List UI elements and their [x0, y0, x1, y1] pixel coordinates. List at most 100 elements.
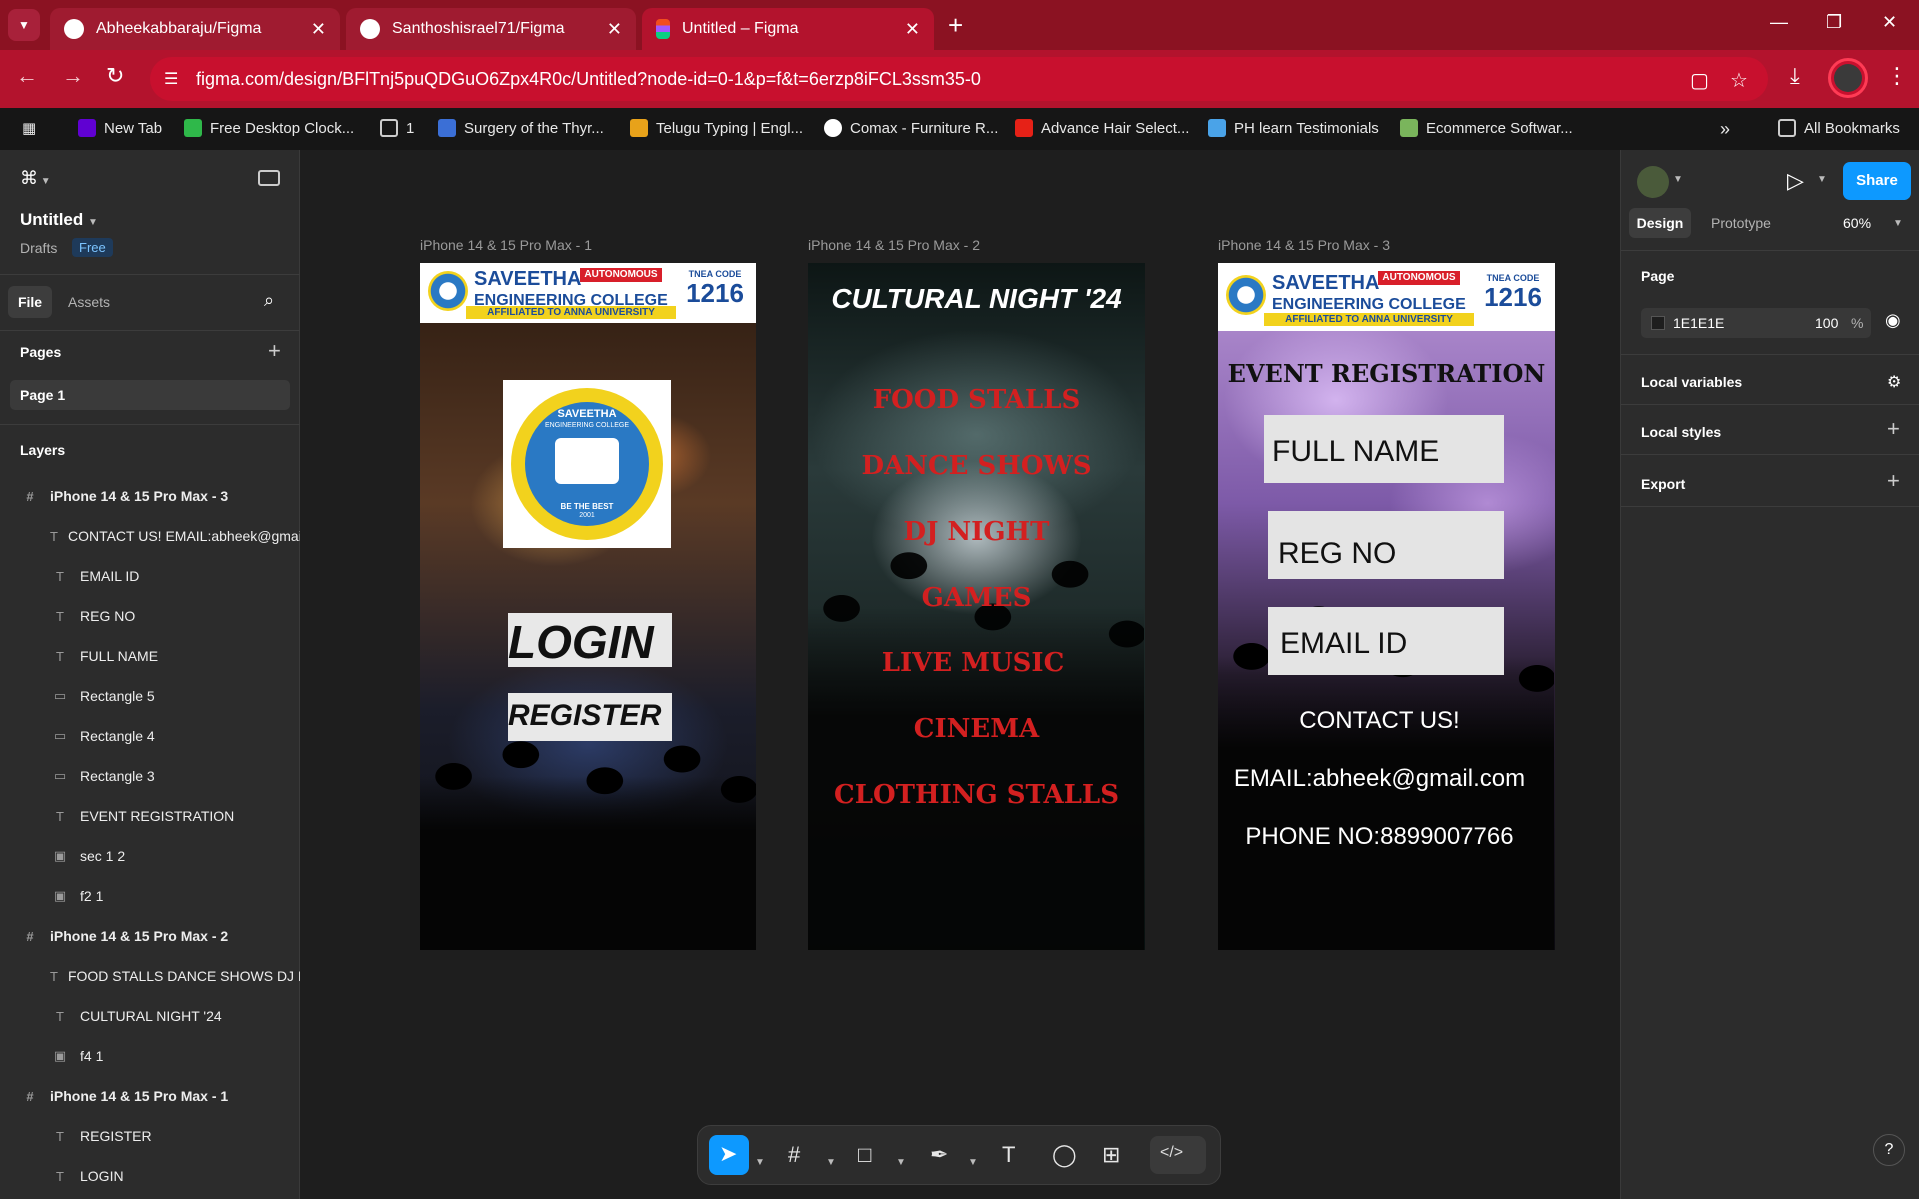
export-section[interactable]: Export — [1641, 476, 1685, 492]
layer-image[interactable]: ▣ f2 1 — [0, 876, 300, 916]
frame-login[interactable]: SAVEETHA ENGINEERING COLLEGE AUTONOMOUS A… — [420, 263, 756, 950]
bookmark-surgery[interactable]: Surgery of the Thyr... — [438, 119, 604, 137]
reg-no-field[interactable]: REG NO — [1268, 511, 1504, 579]
tab-figma-untitled[interactable]: Untitled – Figma ✕ — [642, 8, 934, 50]
bookmark-new-tab[interactable]: New Tab — [78, 119, 162, 137]
chevron-down-icon[interactable]: ▼ — [968, 1150, 978, 1176]
frame-tool-icon[interactable]: # — [788, 1142, 800, 1168]
toggle-sidebar-icon[interactable] — [258, 170, 280, 186]
layer-text[interactable]: T FOOD STALLS DANCE SHOWS DJ NIGHT — [0, 956, 300, 996]
bookmark-hair[interactable]: Advance Hair Select... — [1015, 119, 1189, 137]
actions-tool-icon[interactable]: ⊞ — [1102, 1142, 1120, 1168]
layer-frame-3[interactable]: # iPhone 14 & 15 Pro Max - 3 — [0, 476, 300, 516]
search-icon[interactable]: ⌕ — [264, 290, 274, 311]
restore-button[interactable]: ❐ — [1826, 12, 1842, 33]
comment-tool-icon[interactable]: ◯ — [1052, 1142, 1077, 1168]
chevron-down-icon[interactable]: ▼ — [1893, 218, 1903, 229]
bookmark-star-icon[interactable]: ☆ — [1730, 68, 1748, 93]
present-play-icon[interactable]: ▷ — [1787, 168, 1804, 194]
drafts-label[interactable]: Drafts — [20, 240, 57, 256]
add-style-icon[interactable]: + — [1887, 416, 1900, 442]
layer-text[interactable]: T LOGIN — [0, 1156, 300, 1196]
more-bookmarks-icon[interactable]: » — [1720, 119, 1730, 140]
tab-design[interactable]: Design — [1629, 208, 1691, 238]
pen-tool-icon[interactable]: ✒ — [930, 1142, 948, 1168]
chevron-down-icon[interactable]: ▼ — [1817, 174, 1827, 185]
close-icon[interactable]: ✕ — [905, 19, 920, 40]
window-close-button[interactable]: ✕ — [1882, 12, 1897, 33]
layer-rect[interactable]: ▭ Rectangle 5 — [0, 676, 300, 716]
more-menu-icon[interactable]: ⋮ — [1886, 65, 1908, 87]
tab-github-santhosh[interactable]: Santhoshisrael71/Figma ✕ — [346, 8, 636, 50]
layer-rect[interactable]: ▭ Rectangle 3 — [0, 756, 300, 796]
bookmark-ecommerce[interactable]: Ecommerce Softwar... — [1400, 119, 1573, 137]
tab-search-button[interactable]: ▼ — [8, 9, 40, 41]
zoom-level[interactable]: 60% — [1843, 208, 1871, 238]
close-icon[interactable]: ✕ — [311, 19, 326, 40]
local-styles[interactable]: Local styles — [1641, 424, 1721, 440]
email-id-field[interactable]: EMAIL ID — [1268, 607, 1504, 675]
move-tool[interactable]: ➤ — [709, 1135, 749, 1175]
reload-button[interactable]: ↻ — [106, 65, 124, 87]
variables-settings-icon[interactable]: ⚙ — [1887, 372, 1901, 392]
share-button[interactable]: Share — [1843, 162, 1911, 200]
dev-mode-toggle[interactable]: </> — [1150, 1136, 1206, 1174]
forward-button[interactable]: → — [62, 65, 84, 87]
new-tab-button[interactable]: + — [948, 12, 963, 38]
chevron-down-icon[interactable]: ▼ — [826, 1150, 836, 1176]
apps-grid-icon[interactable]: ▦ — [22, 119, 36, 137]
minimize-button[interactable]: — — [1770, 12, 1788, 33]
add-page-icon[interactable]: + — [268, 338, 281, 364]
layer-text[interactable]: T EMAIL ID — [0, 556, 300, 596]
layer-frame-2[interactable]: # iPhone 14 & 15 Pro Max - 2 — [0, 916, 300, 956]
chevron-down-icon[interactable]: ▼ — [896, 1150, 906, 1176]
layer-text[interactable]: T CONTACT US! EMAIL:abheek@gmail.com — [0, 516, 300, 556]
register-button[interactable]: REGISTER — [508, 693, 672, 741]
tab-assets[interactable]: Assets — [68, 286, 110, 318]
full-name-field[interactable]: FULL NAME — [1264, 415, 1504, 483]
tab-github-abheek[interactable]: Abheekabbaraju/Figma ✕ — [50, 8, 340, 50]
page-color-field[interactable]: 1E1E1E 100 % — [1641, 308, 1871, 338]
layer-rect[interactable]: ▭ Rectangle 4 — [0, 716, 300, 756]
layer-text[interactable]: T REG NO — [0, 596, 300, 636]
help-button[interactable]: ? — [1873, 1134, 1905, 1166]
eye-icon[interactable]: ◉ — [1885, 310, 1901, 331]
page-item-1[interactable]: Page 1 — [10, 380, 290, 410]
download-icon[interactable]: ⤓ — [1790, 65, 1800, 87]
tab-file[interactable]: File — [8, 286, 52, 318]
clipboard-icon[interactable]: ▢ — [1690, 68, 1709, 93]
user-avatar[interactable] — [1637, 166, 1669, 198]
bookmark-desktop-clock[interactable]: Free Desktop Clock... — [184, 119, 354, 137]
layer-text[interactable]: T FULL NAME — [0, 636, 300, 676]
layer-image[interactable]: ▣ f4 1 — [0, 1036, 300, 1076]
tab-prototype[interactable]: Prototype — [1711, 208, 1771, 238]
all-bookmarks[interactable]: All Bookmarks — [1778, 119, 1900, 137]
site-info-icon[interactable]: ☰ — [164, 69, 178, 89]
login-button[interactable]: LOGIN — [508, 613, 672, 668]
layer-text[interactable]: T EVENT REGISTRATION — [0, 796, 300, 836]
frame-event-registration[interactable]: SAVEETHA ENGINEERING COLLEGE AUTONOMOUS A… — [1218, 263, 1555, 950]
url-field[interactable]: ☰ figma.com/design/BFlTnj5puQDGuO6Zpx4R0… — [150, 57, 1768, 101]
frame-label-2[interactable]: iPhone 14 & 15 Pro Max - 2 — [808, 237, 980, 253]
close-icon[interactable]: ✕ — [607, 19, 622, 40]
chevron-down-icon[interactable]: ▼ — [1673, 174, 1683, 185]
back-button[interactable]: ← — [16, 65, 38, 87]
frame-label-1[interactable]: iPhone 14 & 15 Pro Max - 1 — [420, 237, 592, 253]
frame-cultural-night[interactable]: CULTURAL NIGHT '24 FOOD STALLS DANCE SHO… — [808, 263, 1145, 950]
layer-image[interactable]: ▣ sec 1 2 — [0, 836, 300, 876]
bookmark-telugu[interactable]: Telugu Typing | Engl... — [630, 119, 803, 137]
frame-label-3[interactable]: iPhone 14 & 15 Pro Max - 3 — [1218, 237, 1390, 253]
layer-text[interactable]: T CULTURAL NIGHT '24 — [0, 996, 300, 1036]
bookmark-phlearn[interactable]: PH learn Testimonials — [1208, 119, 1379, 137]
file-name[interactable]: Untitled ▼ — [20, 210, 98, 230]
bookmark-folder-1[interactable]: 1 — [380, 119, 414, 137]
figma-menu-icon[interactable]: ⌘ ▼ — [20, 168, 51, 189]
bookmark-comax[interactable]: Comax - Furniture R... — [824, 119, 998, 137]
local-variables[interactable]: Local variables — [1641, 374, 1742, 390]
text-tool-icon[interactable]: T — [1002, 1142, 1015, 1168]
page-opacity[interactable]: 100 — [1815, 315, 1838, 331]
add-export-icon[interactable]: + — [1887, 468, 1900, 494]
profile-avatar[interactable] — [1828, 58, 1868, 98]
layer-frame-1[interactable]: # iPhone 14 & 15 Pro Max - 1 — [0, 1076, 300, 1116]
color-swatch[interactable] — [1651, 316, 1665, 330]
